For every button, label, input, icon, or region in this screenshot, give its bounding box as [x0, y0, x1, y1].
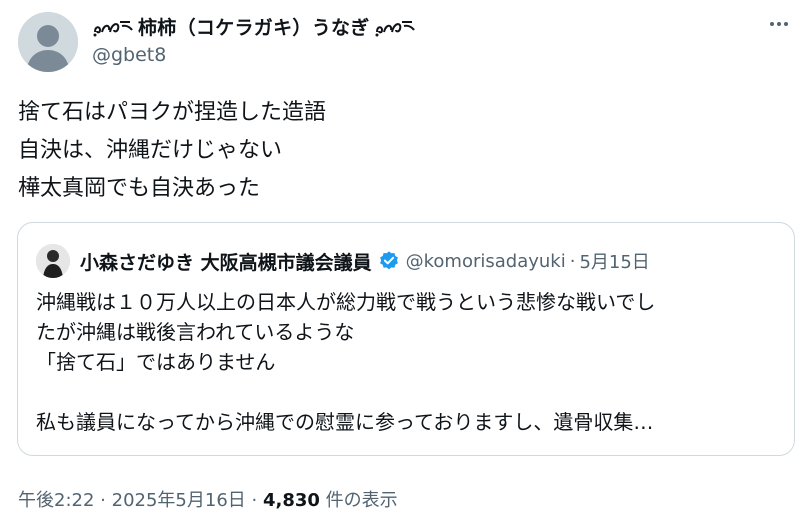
quoted-line-blank — [36, 377, 781, 407]
quoted-tweet-text: 沖縄戦は１０万人以上の日本人が総力戦で戦うという悲惨な戦いでし たが沖縄は戦後言… — [36, 287, 781, 437]
ornament-right-icon — [375, 21, 415, 37]
views-count[interactable]: 4,830 — [263, 490, 320, 511]
author-handle[interactable]: @gbet8 — [92, 44, 166, 66]
tweet-line: 捨て石はパヨクが捏造した造語 — [18, 100, 327, 125]
quoted-author-handle[interactable]: @komorisadayuki — [406, 251, 566, 272]
author-avatar[interactable] — [18, 12, 78, 72]
header-separator: · — [569, 250, 576, 272]
quoted-tweet-date[interactable]: 5月15日 — [579, 248, 649, 274]
quoted-tweet-header: 小森さだゆき 大阪高槻市議会議員 @komorisadayuki · 5月15日 — [36, 243, 650, 279]
meta-separator: · — [100, 490, 106, 511]
default-avatar-icon — [18, 12, 78, 72]
quoted-author-avatar[interactable] — [36, 244, 70, 278]
tweet-time[interactable]: 午後2:22 — [18, 490, 94, 511]
meta-separator: · — [251, 490, 258, 511]
quoted-line: 私も議員になってから沖縄での慰霊に参っておりますし、遺骨収集… — [36, 410, 654, 434]
quoted-tweet-card[interactable]: 小森さだゆき 大阪高槻市議会議員 @komorisadayuki · 5月15日… — [17, 222, 795, 456]
tweet-line: 樺太真岡でも自決あった — [18, 176, 261, 201]
tweet-line: 自決は、沖縄だけじゃない — [18, 138, 283, 163]
tweet-date[interactable]: 2025年5月16日 — [112, 490, 246, 511]
author-name-row[interactable]: 柿柿（コケラガキ）うなぎ — [92, 12, 416, 40]
author-display-name[interactable]: 柿柿（コケラガキ）うなぎ — [138, 13, 370, 40]
person-photo-icon — [36, 244, 70, 278]
more-options-icon — [770, 22, 788, 26]
quoted-line: たが沖縄は戦後言われているような — [36, 320, 355, 344]
verified-badge-icon — [379, 251, 398, 270]
tweet-meta: 午後2:22 · 2025年5月16日 · 4,830 件の表示 — [18, 486, 398, 512]
more-options-button[interactable] — [765, 10, 793, 38]
tweet-text: 捨て石はパヨクが捏造した造語 自決は、沖縄だけじゃない 樺太真岡でも自決あった — [18, 94, 778, 208]
quoted-author-name[interactable]: 小森さだゆき 大阪高槻市議会議員 — [80, 248, 372, 275]
ornament-left-icon — [93, 21, 133, 37]
quoted-line: 沖縄戦は１０万人以上の日本人が総力戦で戦うという悲惨な戦いでし — [36, 290, 656, 314]
views-label[interactable]: 件の表示 — [326, 490, 398, 511]
quoted-line: 「捨て石」ではありません — [36, 350, 276, 374]
